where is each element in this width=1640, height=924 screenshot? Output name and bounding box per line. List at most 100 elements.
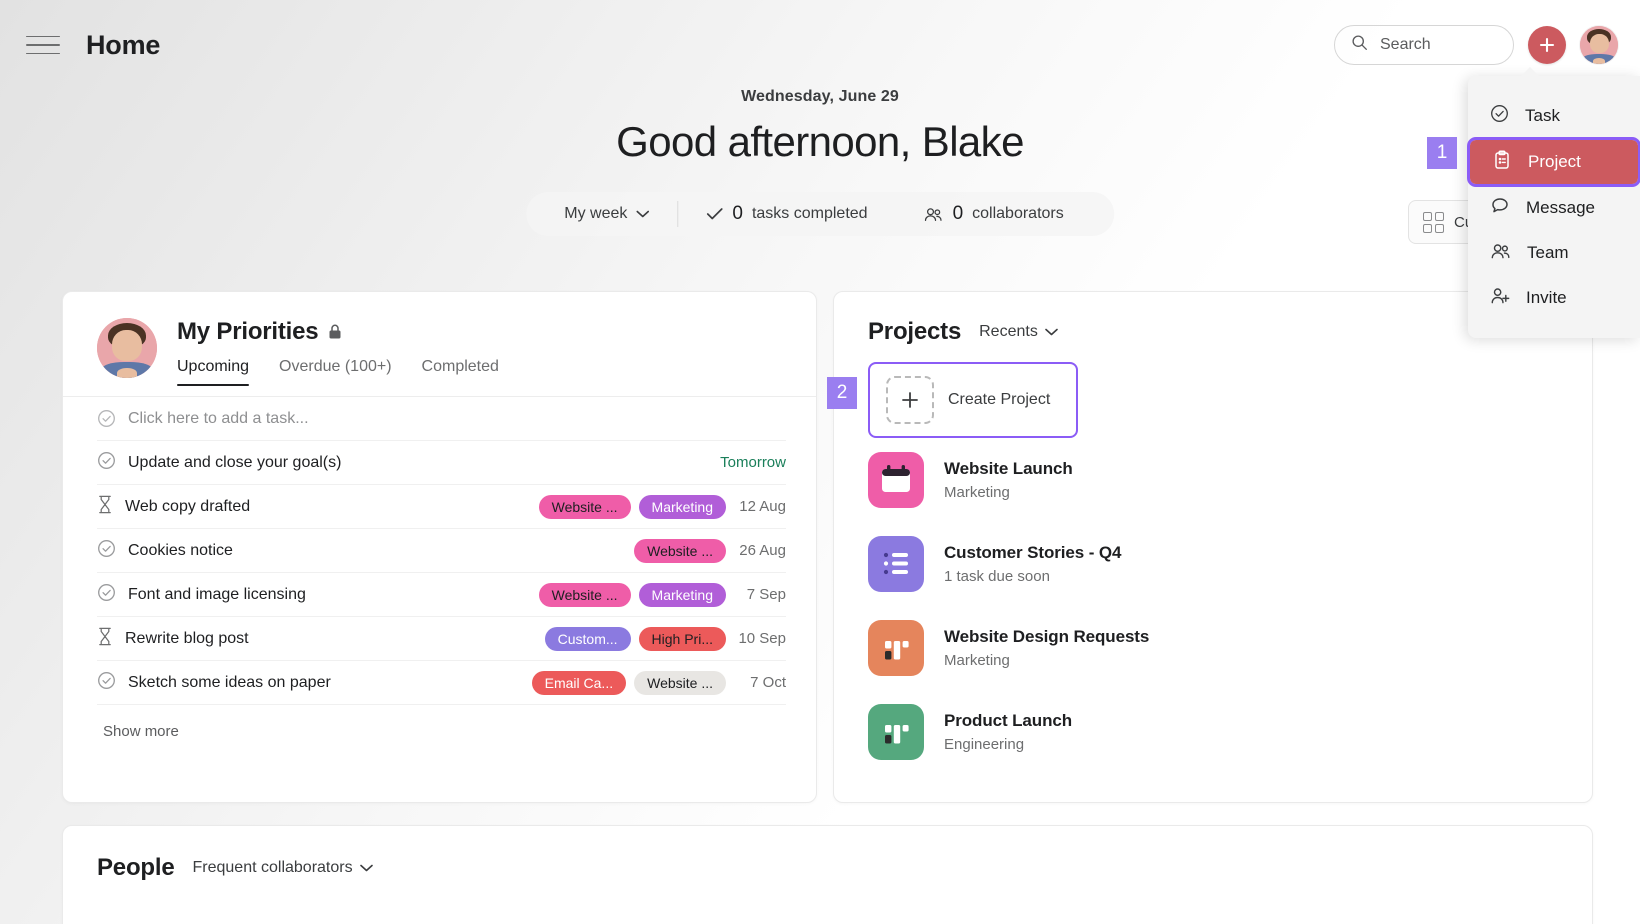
menu-items-container: Task Project Message Team Invite (1467, 95, 1640, 319)
projects-filter-label: Recents (979, 323, 1038, 340)
task-list: Click here to add a task... Update and c… (63, 397, 816, 705)
step-badge-2: 2 (827, 377, 857, 409)
people-title: People (97, 854, 175, 881)
board-icon (885, 725, 909, 744)
task-meta: Website ... 26 Aug (634, 538, 786, 563)
task-row[interactable]: Rewrite blog post Custom... High Pri... 10 … (97, 617, 786, 661)
project-icon (868, 704, 924, 760)
menu-item-label: Task (1525, 106, 1560, 125)
create-project-button[interactable]: Create Project (868, 362, 1078, 438)
hamburger-menu-icon[interactable] (26, 28, 60, 62)
person-add-icon (1490, 286, 1510, 310)
current-date: Wednesday, June 29 (741, 88, 899, 105)
search-icon (1351, 34, 1368, 56)
project-icon (868, 452, 924, 508)
project-subtitle: Engineering (944, 736, 1025, 753)
projects-card: Projects Recents Create Project Website … (833, 291, 1593, 803)
task-row[interactable]: Update and close your goal(s) Tomorrow (97, 441, 786, 485)
project-row[interactable]: Customer Stories - Q4 1 task due soon (834, 522, 1592, 606)
menu-item-label: Team (1527, 243, 1569, 262)
menu-item-label: Invite (1526, 288, 1567, 307)
task-row[interactable]: Web copy drafted Website ... Marketing 12 A… (97, 485, 786, 529)
task-tag[interactable]: Marketing (638, 494, 726, 519)
menu-item-label: Message (1526, 198, 1595, 217)
task-meta: Website ... Marketing 7 Sep (538, 582, 786, 607)
task-tag[interactable]: High Pri... (638, 626, 726, 651)
hourglass-icon (97, 627, 113, 651)
menu-item-project[interactable]: Project (1467, 137, 1640, 187)
task-row[interactable]: Font and image licensing Website ... Marke… (97, 573, 786, 617)
people-card: People Frequent collaborators (62, 825, 1593, 924)
project-info: Customer Stories - Q4 1 task due soon (944, 543, 1121, 585)
task-row[interactable]: Sketch some ideas on paper Email Ca... Web… (97, 661, 786, 705)
project-name: Website Design Requests (944, 627, 1150, 646)
check-circle-icon (98, 410, 115, 427)
project-icon (868, 536, 924, 592)
show-more-button[interactable]: Show more (63, 705, 816, 740)
add-task-row[interactable]: Click here to add a task... (97, 397, 786, 441)
task-due-date: 12 Aug (739, 498, 786, 515)
priorities-tabs: Upcoming Overdue (100+) Completed (177, 358, 499, 386)
chevron-down-icon (1045, 328, 1058, 336)
clipboard-icon (1492, 150, 1512, 175)
hourglass-icon (97, 495, 113, 519)
menu-item-invite[interactable]: Invite (1468, 277, 1640, 319)
search-input[interactable]: Search (1334, 25, 1514, 65)
tab-upcoming[interactable]: Upcoming (177, 358, 250, 386)
project-row[interactable]: Website Design Requests Marketing (834, 606, 1592, 690)
tasks-completed-stat: 0 tasks completed (678, 203, 895, 225)
task-meta: Tomorrow (720, 454, 786, 471)
task-tag[interactable]: Marketing (638, 582, 726, 607)
create-button[interactable] (1528, 26, 1566, 64)
projects-title: Projects (868, 318, 962, 345)
collaborators-stat: 0 collaborators (896, 203, 1092, 225)
task-name: Font and image licensing (128, 585, 306, 603)
my-priorities-card: My Priorities Upcoming Overdue (100+) Co… (62, 291, 817, 803)
project-icon (868, 620, 924, 676)
task-tag[interactable]: Website ... (634, 670, 726, 695)
tasks-completed-label: tasks completed (751, 205, 868, 222)
check-circle-icon (97, 451, 116, 475)
top-bar: Home Search (0, 0, 1640, 90)
project-subtitle: 1 task due soon (944, 568, 1050, 585)
check-circle-icon (97, 539, 116, 563)
project-info: Product Launch Engineering (944, 711, 1072, 753)
task-tag[interactable]: Website ... (538, 582, 631, 607)
priorities-title: My Priorities (177, 318, 319, 345)
lock-icon (329, 324, 341, 339)
avatar-image (97, 318, 157, 378)
people-filter-dropdown[interactable]: Frequent collaborators (193, 859, 373, 877)
priorities-header: My Priorities Upcoming Overdue (100+) Co… (63, 292, 816, 386)
list-icon (883, 552, 908, 575)
project-name: Customer Stories - Q4 (944, 543, 1122, 562)
task-name: Update and close your goal(s) (128, 453, 342, 471)
menu-item-label: Project (1528, 152, 1581, 171)
task-tag[interactable]: Email Ca... (531, 670, 627, 695)
task-row[interactable]: Cookies notice Website ... 26 Aug (97, 529, 786, 573)
avatar[interactable] (1580, 26, 1618, 64)
project-row[interactable]: Product Launch Engineering (834, 690, 1592, 774)
people-header: People Frequent collaborators (63, 826, 1592, 882)
menu-item-message[interactable]: Message (1468, 187, 1640, 229)
task-tag[interactable]: Website ... (538, 494, 631, 519)
task-tag[interactable]: Website ... (634, 538, 726, 563)
tab-completed[interactable]: Completed (422, 358, 499, 386)
timeframe-dropdown[interactable]: My week (548, 205, 677, 223)
task-name: Sketch some ideas on paper (128, 673, 331, 691)
menu-item-team[interactable]: Team (1468, 232, 1640, 274)
task-due-date: 7 Oct (750, 674, 786, 691)
search-placeholder: Search (1380, 36, 1431, 53)
project-row[interactable]: Website Launch Marketing (834, 438, 1592, 522)
priorities-avatar[interactable] (97, 318, 157, 378)
task-name: Cookies notice (128, 541, 233, 559)
tab-overdue[interactable]: Overdue (100+) (279, 358, 392, 386)
stats-bar: My week 0 tasks completed 0 collaborator… (526, 192, 1114, 236)
task-meta: Email Ca... Website ... 7 Oct (531, 670, 786, 695)
people-icon (1490, 242, 1511, 265)
calendar-icon (882, 465, 910, 492)
avatar-image (1580, 26, 1618, 64)
project-subtitle: Marketing (944, 484, 1010, 501)
menu-item-task[interactable]: Task (1468, 95, 1640, 137)
task-tag[interactable]: Custom... (544, 626, 631, 651)
projects-filter-dropdown[interactable]: Recents (979, 323, 1058, 341)
